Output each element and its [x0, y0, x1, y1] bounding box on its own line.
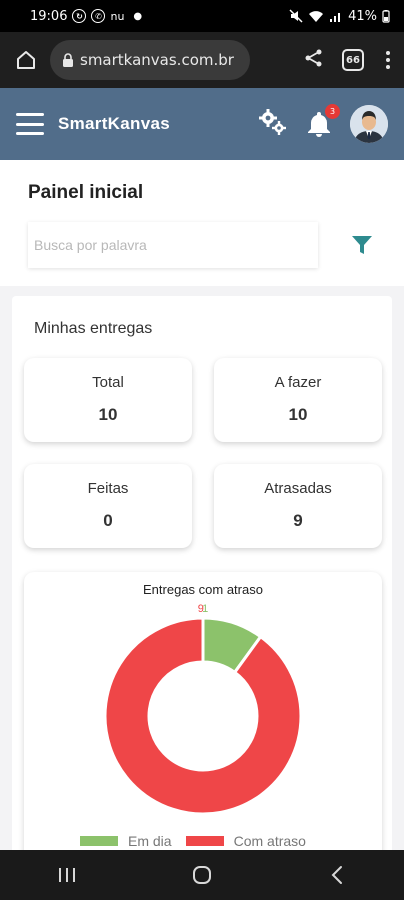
stat-card-a-fazer[interactable]: A fazer 10 [214, 358, 382, 442]
legend-label: Com atraso [233, 833, 306, 849]
notifications-button[interactable]: 3 [306, 104, 340, 138]
search-input[interactable] [28, 222, 318, 268]
signal-icon [330, 13, 341, 22]
share-button[interactable] [304, 48, 324, 72]
legend-swatch [185, 836, 224, 846]
hamburger-line [16, 132, 44, 135]
top-panel: Painel inicial [0, 160, 404, 286]
header-actions: 3 [258, 104, 388, 143]
legend-label: Em dia [128, 833, 172, 849]
slice-value-label: 9 [198, 603, 204, 615]
stat-value: 10 [288, 405, 308, 424]
battery-level: 41% [348, 8, 377, 24]
status-right: 41% [289, 9, 390, 24]
settings-button[interactable] [258, 108, 288, 140]
wifi-icon [309, 11, 324, 22]
stat-card-total[interactable]: Total 10 [24, 358, 192, 442]
stat-value: 0 [103, 511, 113, 530]
chart-legend: Em dia Com atraso [80, 833, 306, 849]
home-nav-button[interactable] [182, 855, 222, 895]
app-header: SmartKanvas 3 [0, 88, 404, 160]
home-icon [17, 51, 35, 69]
legend-swatch [80, 836, 118, 846]
battery-icon [382, 10, 390, 23]
legend-item-com-atraso[interactable]: Com atraso [185, 833, 306, 849]
avatar[interactable] [350, 105, 388, 143]
mute-icon [289, 9, 303, 23]
status-time: 19:06 [30, 8, 68, 24]
url-text: smartkanvas.com.br [80, 51, 234, 69]
back-button[interactable] [317, 855, 357, 895]
gears-icon [259, 109, 286, 135]
donut-chart: 19 [103, 603, 303, 816]
browser-actions: 66 [304, 48, 394, 72]
recent-apps-button[interactable] [47, 855, 87, 895]
stat-value: 10 [98, 405, 118, 424]
user-avatar-icon [350, 105, 388, 143]
browser-bar: smartkanvas.com.br 66 [0, 32, 404, 88]
address-bar[interactable]: smartkanvas.com.br [50, 40, 250, 80]
chart-card: Entregas com atraso 19 Em dia Com atraso [24, 572, 382, 850]
filter-icon [352, 236, 372, 254]
hamburger-line [16, 122, 44, 126]
search-row [28, 222, 376, 268]
lock-icon [62, 53, 74, 67]
stat-label: Feitas [87, 480, 129, 497]
stat-card-feitas[interactable]: Feitas 0 [24, 464, 192, 548]
kebab-dot [386, 65, 390, 69]
kebab-dot [386, 58, 390, 62]
stat-label: Atrasadas [264, 480, 332, 497]
main-content: Painel inicial Minhas entregas Total 10 … [0, 160, 404, 850]
status-left: 19:06 ↻ ✆ nu ● [30, 9, 142, 24]
section-title: Minhas entregas [34, 320, 153, 337]
status-bar: 19:06 ↻ ✆ nu ● 41% [0, 0, 404, 32]
more-menu-button[interactable] [382, 51, 394, 69]
menu-button[interactable] [16, 113, 44, 135]
kebab-dot [386, 51, 390, 55]
page-title: Painel inicial [28, 182, 144, 203]
tabs-button[interactable]: 66 [342, 49, 364, 71]
recent-apps-icon [59, 868, 76, 882]
browser-home-button[interactable] [10, 44, 42, 76]
system-nav-bar [0, 850, 404, 900]
stat-card-atrasadas[interactable]: Atrasadas 9 [214, 464, 382, 548]
stat-label: A fazer [274, 374, 322, 391]
filter-button[interactable] [348, 231, 376, 259]
notification-badge: 3 [325, 104, 340, 119]
notification-dot-icon: ● [133, 10, 143, 22]
brand-name: SmartKanvas [58, 114, 170, 133]
home-circle-icon [192, 866, 211, 884]
sync-icon: ↻ [72, 9, 87, 23]
stat-label: Total [92, 374, 124, 391]
stat-value: 9 [293, 511, 303, 530]
back-icon [331, 866, 342, 884]
share-icon [305, 49, 322, 67]
slice-com-atraso[interactable] [103, 616, 303, 816]
legend-item-em-dia[interactable]: Em dia [80, 833, 172, 849]
hamburger-line [16, 113, 44, 116]
deliveries-card: Minhas entregas Total 10 A fazer 10 Feit… [12, 296, 392, 850]
whatsapp-icon: ✆ [91, 9, 106, 23]
nu-icon: nu [110, 9, 125, 23]
